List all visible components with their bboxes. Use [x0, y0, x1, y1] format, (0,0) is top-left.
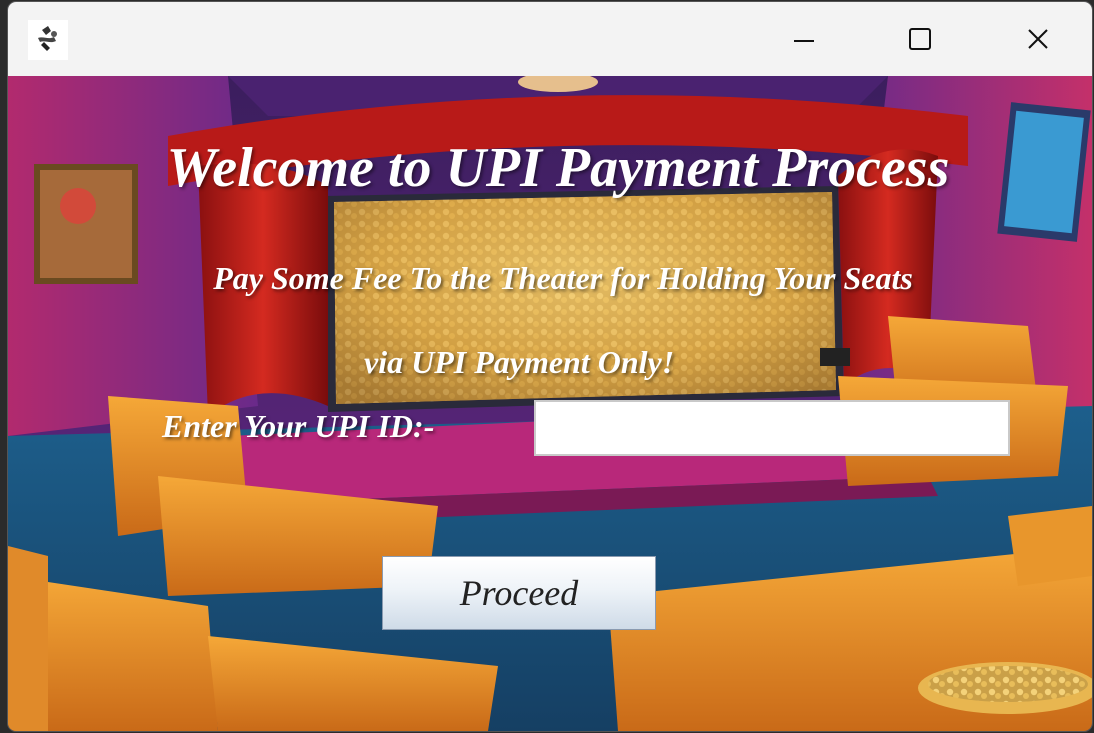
content-panel: Welcome to UPI Payment Process Pay Some … [8, 76, 1092, 731]
fee-description-text: Pay Some Fee To the Theater for Holding … [213, 260, 913, 296]
upi-id-input[interactable] [534, 400, 1010, 456]
close-icon [1028, 29, 1048, 49]
close-button[interactable] [1008, 16, 1068, 62]
minimize-button[interactable] [774, 16, 834, 62]
title-bar[interactable] [8, 2, 1092, 76]
page-title: Welcome to UPI Payment Process [166, 137, 950, 199]
java-duke-icon [28, 20, 68, 60]
upi-id-label: Enter Your UPI ID:- [162, 408, 435, 444]
app-window: Welcome to UPI Payment Process Pay Some … [8, 2, 1092, 731]
minimize-icon [794, 40, 814, 42]
upi-only-text: via UPI Payment Only! [364, 344, 675, 380]
maximize-button[interactable] [890, 16, 950, 62]
proceed-button[interactable]: Proceed [382, 556, 656, 630]
maximize-icon [909, 28, 931, 50]
